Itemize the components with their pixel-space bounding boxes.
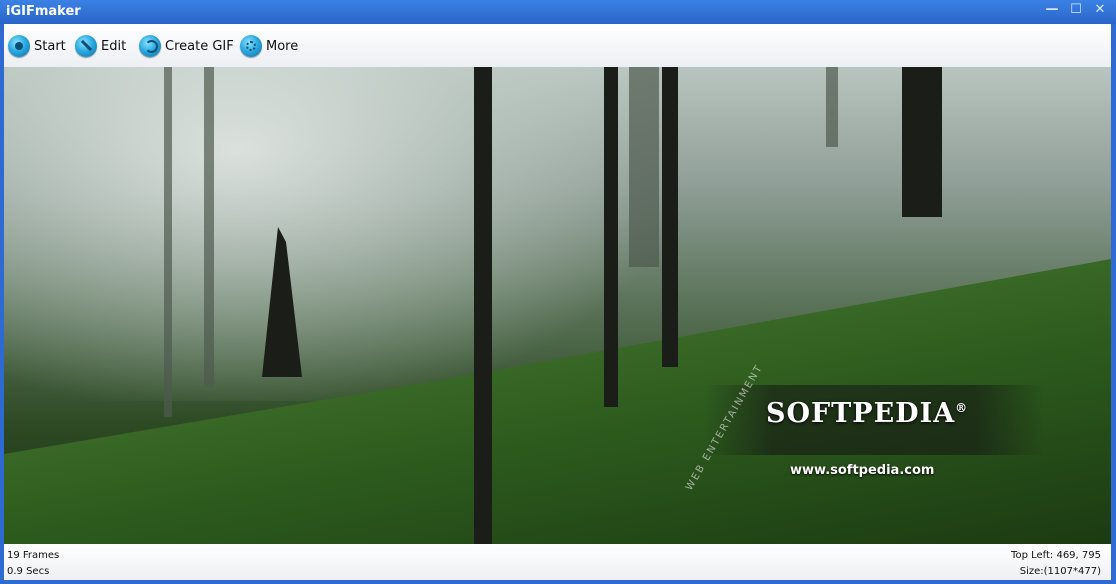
- tree-trunk: [474, 67, 492, 544]
- tree-trunk: [629, 67, 659, 267]
- image-size: Size:(1107*477): [1019, 566, 1101, 577]
- tree-trunk: [826, 67, 838, 147]
- tree-trunk: [604, 67, 618, 407]
- close-button[interactable]: ✕: [1088, 2, 1112, 20]
- start-icon: [8, 35, 30, 57]
- toolbar: Start Edit Create GIF More: [4, 24, 1111, 68]
- watermark-logo: SOFTPEDIA®: [766, 398, 968, 429]
- more-icon: [240, 35, 262, 57]
- start-label: Start: [34, 38, 66, 54]
- edit-label: Edit: [101, 38, 127, 54]
- edit-button[interactable]: Edit: [75, 34, 126, 58]
- top-left-coords: Top Left: 469, 795: [1011, 550, 1101, 561]
- watermark-brand: SOFTPEDIA: [766, 398, 956, 429]
- tree-trunk: [902, 67, 942, 217]
- create-gif-icon: [139, 35, 161, 57]
- app-window: iGIFmaker — ☐ ✕ Start Edit Create GIF Mo…: [0, 0, 1116, 584]
- tree-trunk: [204, 67, 214, 387]
- frame-preview[interactable]: SOFTPEDIA® www.softpedia.com WEB ENTERTA…: [4, 67, 1111, 544]
- minimize-button[interactable]: —: [1040, 2, 1064, 20]
- create-gif-button[interactable]: Create GIF: [139, 34, 234, 58]
- title-bar[interactable]: iGIFmaker — ☐ ✕: [0, 0, 1116, 24]
- maximize-button[interactable]: ☐: [1064, 2, 1088, 20]
- registered-mark: ®: [955, 401, 969, 415]
- more-label: More: [266, 38, 299, 54]
- status-bar: 19 Frames 0.9 Secs Top Left: 469, 795 Si…: [4, 544, 1111, 580]
- create-gif-label: Create GIF: [165, 38, 234, 54]
- edit-icon: [75, 35, 97, 57]
- frame-count: 19 Frames: [7, 550, 60, 561]
- duration: 0.9 Secs: [7, 566, 50, 577]
- start-button[interactable]: Start: [8, 34, 66, 58]
- tree-trunk: [662, 67, 678, 367]
- tree-trunk: [164, 67, 172, 417]
- fog-layer: [4, 67, 669, 401]
- more-button[interactable]: More: [240, 34, 298, 58]
- window-title: iGIFmaker: [6, 4, 81, 19]
- watermark-url: www.softpedia.com: [790, 463, 935, 478]
